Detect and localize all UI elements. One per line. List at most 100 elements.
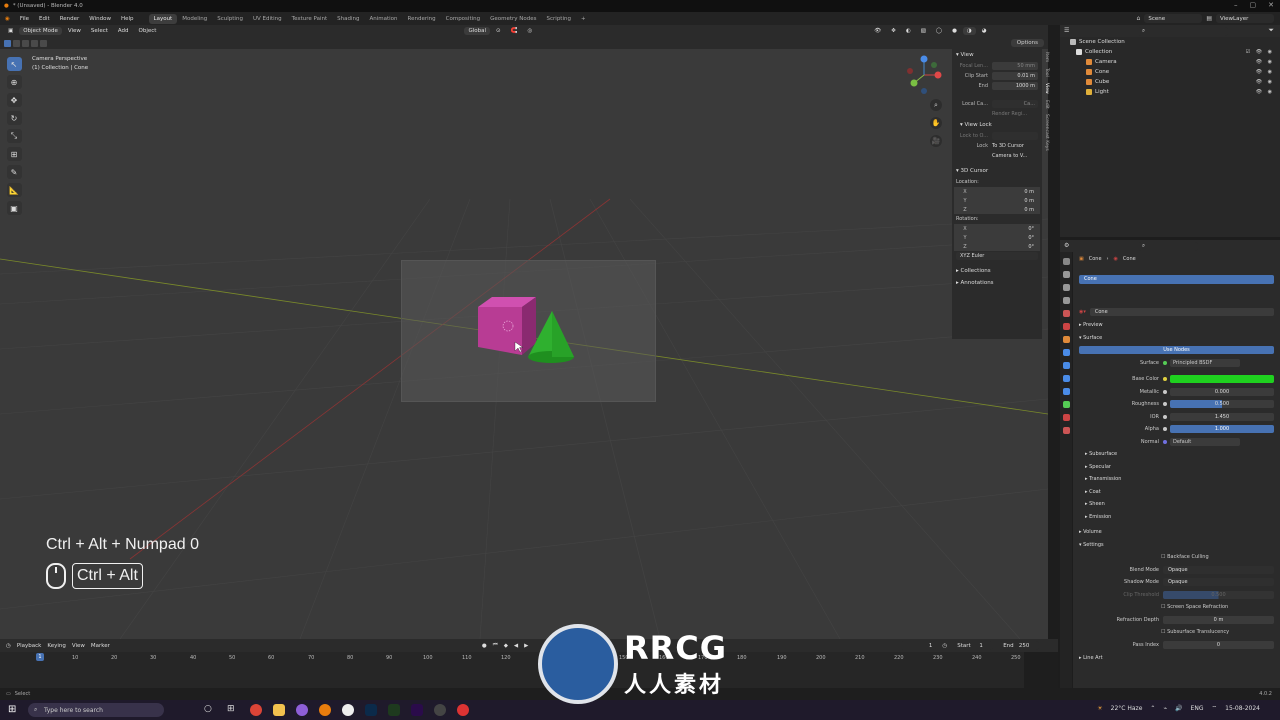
sss-translucency-checkbox[interactable]: ☐ Subsurface Translucency — [1161, 629, 1229, 635]
volume-section[interactable]: ▸ Volume — [1073, 525, 1280, 538]
properties-search[interactable]: ⌕ — [1138, 241, 1198, 251]
jump-start-icon[interactable]: ⏮ — [493, 642, 498, 649]
play-reverse-icon[interactable]: ◀ — [514, 643, 518, 649]
close-button[interactable]: ✕ — [1268, 1, 1274, 9]
menu-marker[interactable]: Marker — [91, 643, 110, 649]
add-cube-tool-icon[interactable]: ▣ — [6, 201, 22, 215]
add-workspace-button[interactable]: + — [576, 14, 591, 24]
shading-wireframe-icon[interactable]: ◯ — [932, 27, 946, 35]
surface-shader-field[interactable]: Principled BSDF — [1170, 358, 1240, 367]
3d-viewport[interactable]: Camera Perspective (1) Collection | Cone… — [0, 49, 1048, 639]
zoom-icon[interactable]: ⌕ — [930, 99, 942, 111]
play-icon[interactable]: ▶ — [524, 643, 528, 649]
tab-compositing[interactable]: Compositing — [441, 14, 485, 24]
material-props-icon[interactable] — [1062, 414, 1070, 421]
lock-3d-cursor-checkbox[interactable]: To 3D Cursor — [992, 143, 1024, 149]
coat-panel[interactable]: ▸ Coat — [1073, 486, 1280, 499]
clip-threshold-field[interactable]: 0.500 — [1163, 590, 1274, 599]
ior-field[interactable]: 1.450 — [1170, 412, 1274, 421]
menu-window[interactable]: Window — [84, 16, 116, 22]
substance-icon[interactable] — [388, 704, 400, 716]
unreal-icon[interactable] — [342, 704, 354, 716]
view-layer-selector[interactable]: ViewLayer — [1216, 14, 1274, 23]
use-nodes-button[interactable]: Use Nodes — [1079, 346, 1274, 355]
shading-solid-icon[interactable]: ● — [948, 27, 961, 35]
tab-uv-editing[interactable]: UV Editing — [248, 14, 287, 24]
timeline-editor-icon[interactable]: ◷ — [6, 643, 11, 649]
timeline[interactable]: 1 10 20 30 40 50 60 70 80 90 100 110 120… — [0, 652, 1058, 688]
tab-scripting[interactable]: Scripting — [542, 14, 576, 24]
material-name-field[interactable]: Cone — [1089, 307, 1274, 316]
cone-visibility-icons[interactable]: 👁 ◉ — [1256, 69, 1274, 75]
tab-shading[interactable]: Shading — [332, 14, 364, 24]
outliner-scene-collection[interactable]: Scene Collection — [1060, 37, 1280, 47]
outliner-item-cone[interactable]: Cone 👁 ◉ — [1060, 67, 1280, 77]
clip-end-field[interactable]: 1000 m — [992, 82, 1038, 90]
collection-visibility-icons[interactable]: ☑ 👁 ◉ — [1246, 49, 1274, 55]
normal-field[interactable]: Default — [1170, 437, 1240, 446]
rotate-tool-icon[interactable]: ↻ — [6, 111, 22, 125]
tool-props-icon[interactable] — [1062, 258, 1070, 265]
shadow-mode-dropdown[interactable]: Opaque — [1163, 578, 1274, 587]
transform-tool-icon[interactable]: ⊞ — [6, 147, 22, 161]
ssr-checkbox[interactable]: ☐ Screen Space Refraction — [1161, 604, 1228, 610]
menu-timeline-view[interactable]: View — [72, 643, 85, 649]
rotation-x-field[interactable]: X 0° — [954, 224, 1040, 233]
texture-props-icon[interactable] — [1062, 427, 1070, 434]
visibility-icon[interactable]: 👁 — [870, 27, 885, 35]
tab-tool[interactable]: Tool — [1043, 68, 1049, 77]
local-camera-field[interactable]: Ca... — [992, 100, 1038, 108]
roughness-field[interactable]: 0.500 — [1170, 400, 1274, 409]
proportional-edit-icon[interactable]: ◎ — [523, 27, 536, 35]
rotation-mode-dropdown[interactable]: XYZ Euler — [956, 252, 1038, 260]
mode-selector[interactable]: Object Mode — [19, 27, 62, 35]
specular-panel[interactable]: ▸ Specular — [1073, 461, 1280, 474]
tab-animation[interactable]: Animation — [364, 14, 402, 24]
line-art-section[interactable]: ▸ Line Art — [1073, 651, 1280, 664]
volume-icon[interactable]: 🔊 — [1175, 705, 1182, 712]
sheen-panel[interactable]: ▸ Sheen — [1073, 498, 1280, 511]
scene-props-icon[interactable] — [1062, 310, 1070, 317]
rotation-z-field[interactable]: Z 0° — [954, 242, 1040, 251]
select-subtract-icon[interactable] — [22, 39, 29, 47]
settings-section[interactable]: ▾ Settings — [1073, 538, 1280, 551]
outliner-search[interactable]: ⌕ — [1138, 26, 1228, 36]
render-region-checkbox[interactable]: Render Regi... — [992, 111, 1027, 117]
camera-visibility-icons[interactable]: 👁 ◉ — [1256, 59, 1274, 65]
premiere-icon[interactable] — [411, 704, 423, 716]
menu-view[interactable]: View — [64, 27, 85, 35]
tab-layout[interactable]: Layout — [148, 13, 178, 24]
collections-header[interactable]: ▸ Collections — [952, 265, 1042, 277]
surface-section[interactable]: ▾ Surface — [1073, 331, 1280, 344]
tray-chevron-icon[interactable]: ⌃ — [1150, 705, 1155, 712]
select-new-icon[interactable] — [4, 39, 11, 47]
menu-object[interactable]: Object — [135, 27, 161, 35]
output-props-icon[interactable] — [1062, 284, 1070, 291]
outliner-item-cube[interactable]: Cube 👁 ◉ — [1060, 77, 1280, 87]
maximize-button[interactable]: ▢ — [1250, 1, 1257, 9]
preview-range-icon[interactable]: ◷ — [942, 643, 947, 649]
location-x-field[interactable]: X0 m — [954, 187, 1040, 196]
menu-file[interactable]: File — [15, 16, 34, 22]
taskbar-search[interactable]: ⌕ Type here to search — [28, 703, 164, 717]
menu-playback[interactable]: Playback — [17, 643, 42, 649]
3d-cursor-header[interactable]: ▾ 3D Cursor — [952, 165, 1042, 177]
measure-tool-icon[interactable]: 📐 — [6, 183, 22, 197]
network-icon[interactable]: ⌁ — [1163, 705, 1167, 712]
view-layer-props-icon[interactable] — [1062, 297, 1070, 304]
constraints-props-icon[interactable] — [1062, 388, 1070, 395]
material-slot-list-item[interactable]: Cone — [1079, 274, 1274, 284]
physics-props-icon[interactable] — [1062, 375, 1070, 382]
view-lock-header[interactable]: ▾ View Lock — [952, 119, 1042, 131]
view-section-header[interactable]: ▾ View — [952, 49, 1042, 61]
properties-editor-icon[interactable]: ⚙ — [1064, 242, 1069, 249]
tab-view[interactable]: View — [1043, 83, 1049, 94]
overlay-toggle-icon[interactable]: ◐ — [902, 27, 915, 35]
lock-object-field[interactable] — [992, 132, 1038, 140]
menu-render[interactable]: Render — [55, 16, 85, 22]
playhead[interactable]: 1 — [36, 653, 44, 661]
blender-menu-icon[interactable]: ◉ — [0, 16, 15, 22]
annotate-tool-icon[interactable]: ✎ — [6, 165, 22, 179]
taskbar-date[interactable]: 15-08-2024 — [1225, 705, 1260, 712]
start-menu-icon[interactable]: ⊞ — [8, 704, 16, 715]
